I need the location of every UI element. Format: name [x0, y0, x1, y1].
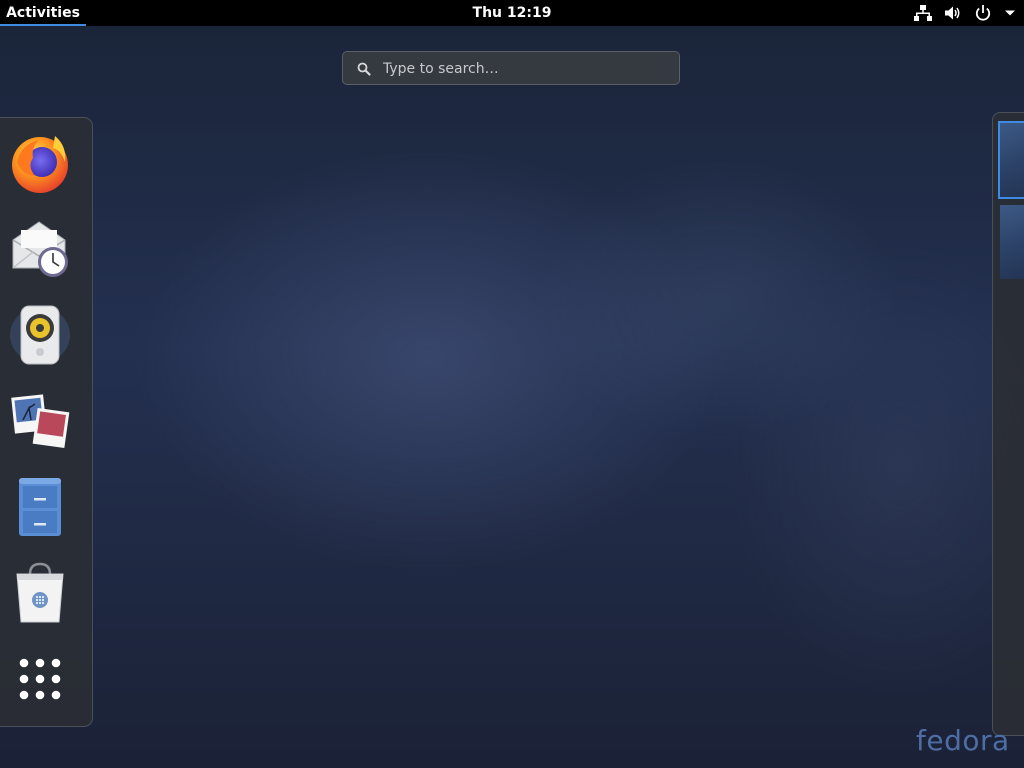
dash-item-software[interactable]: [7, 562, 73, 628]
search-icon: [357, 61, 371, 80]
volume-icon[interactable]: [944, 4, 962, 22]
workspace-switcher: [992, 112, 1024, 736]
chevron-down-icon[interactable]: [1004, 7, 1016, 19]
dash-item-files[interactable]: [7, 476, 73, 542]
power-icon[interactable]: [974, 4, 992, 22]
workspace-thumbnail-1[interactable]: [998, 121, 1024, 199]
clock-button[interactable]: Thu 12:19: [473, 5, 552, 21]
dash-item-shotwell[interactable]: [7, 390, 73, 456]
mail-clock-icon: [9, 218, 71, 284]
app-grid-icon: [18, 657, 62, 705]
workspace-thumbnail-2[interactable]: [1000, 205, 1024, 279]
dash-item-evolution[interactable]: [7, 218, 73, 284]
activities-button[interactable]: Activities: [0, 0, 86, 26]
speaker-icon: [9, 304, 71, 370]
search-input[interactable]: [381, 52, 665, 86]
dash-item-firefox[interactable]: [7, 132, 73, 198]
clock: Thu 12:19: [0, 0, 1024, 26]
show-applications-button[interactable]: [7, 648, 73, 714]
top-bar: Activities Thu 12:19: [0, 0, 1024, 26]
file-cabinet-icon: [9, 476, 71, 542]
firefox-icon: [9, 132, 71, 198]
search-box[interactable]: [342, 51, 680, 86]
status-area[interactable]: [914, 0, 1016, 26]
software-bag-icon: [9, 562, 71, 628]
fedora-logo: fedora: [916, 724, 1010, 757]
network-wired-icon[interactable]: [914, 4, 932, 22]
dash-item-rhythmbox[interactable]: [7, 304, 73, 370]
dash: [0, 117, 93, 727]
photos-icon: [9, 390, 71, 456]
